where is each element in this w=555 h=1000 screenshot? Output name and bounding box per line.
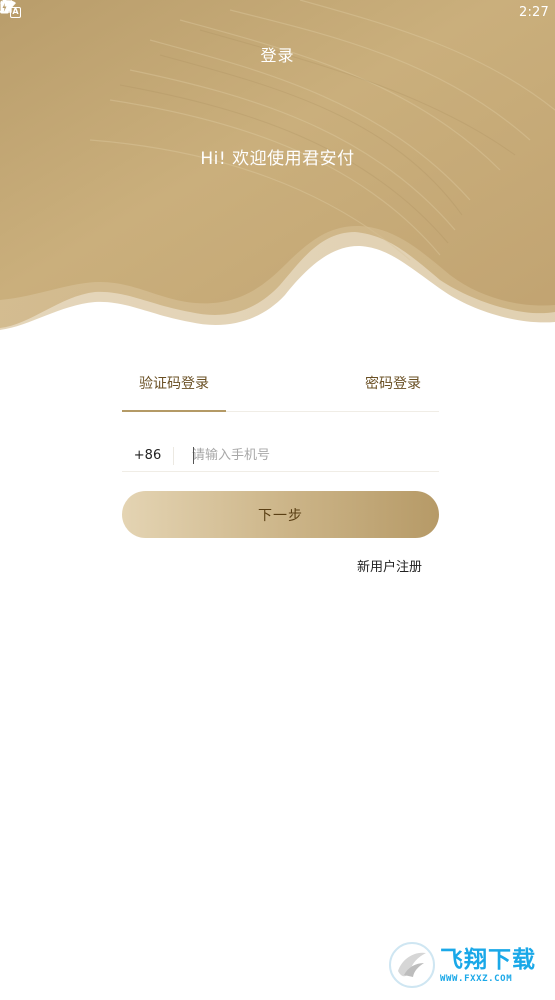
phone-input[interactable] bbox=[174, 440, 439, 471]
active-tab-indicator bbox=[122, 410, 226, 412]
watermark-logo-icon bbox=[389, 942, 435, 988]
watermark-url: WWW.FXXZ.COM bbox=[440, 974, 513, 984]
watermark-name: 飞翔下载 bbox=[440, 947, 536, 973]
login-screen: A 2:27 登录 Hi! 欢迎使用君安付 验证码登录 密码登录 +86 请输入… bbox=[0, 0, 555, 1000]
clock: 2:27 bbox=[519, 4, 549, 20]
next-step-button[interactable]: 下一步 bbox=[122, 491, 439, 538]
battery-charging-icon bbox=[0, 0, 9, 14]
header-background: A 2:27 登录 Hi! 欢迎使用君安付 bbox=[0, 0, 555, 340]
phone-input-row: +86 bbox=[122, 440, 439, 472]
country-code[interactable]: +86 bbox=[122, 446, 174, 465]
tab-sms-login[interactable]: 验证码登录 bbox=[122, 362, 226, 412]
status-bar: A 2:27 bbox=[0, 0, 555, 24]
welcome-greeting: Hi! 欢迎使用君安付 bbox=[200, 149, 355, 169]
tab-password-login[interactable]: 密码登录 bbox=[365, 362, 421, 412]
watermark: 飞翔下载 WWW.FXXZ.COM bbox=[388, 940, 546, 990]
login-method-tabs: 验证码登录 密码登录 bbox=[122, 362, 439, 412]
register-link[interactable]: 新用户注册 bbox=[357, 556, 422, 575]
page-title: 登录 bbox=[260, 46, 295, 65]
text-cursor bbox=[193, 447, 194, 464]
